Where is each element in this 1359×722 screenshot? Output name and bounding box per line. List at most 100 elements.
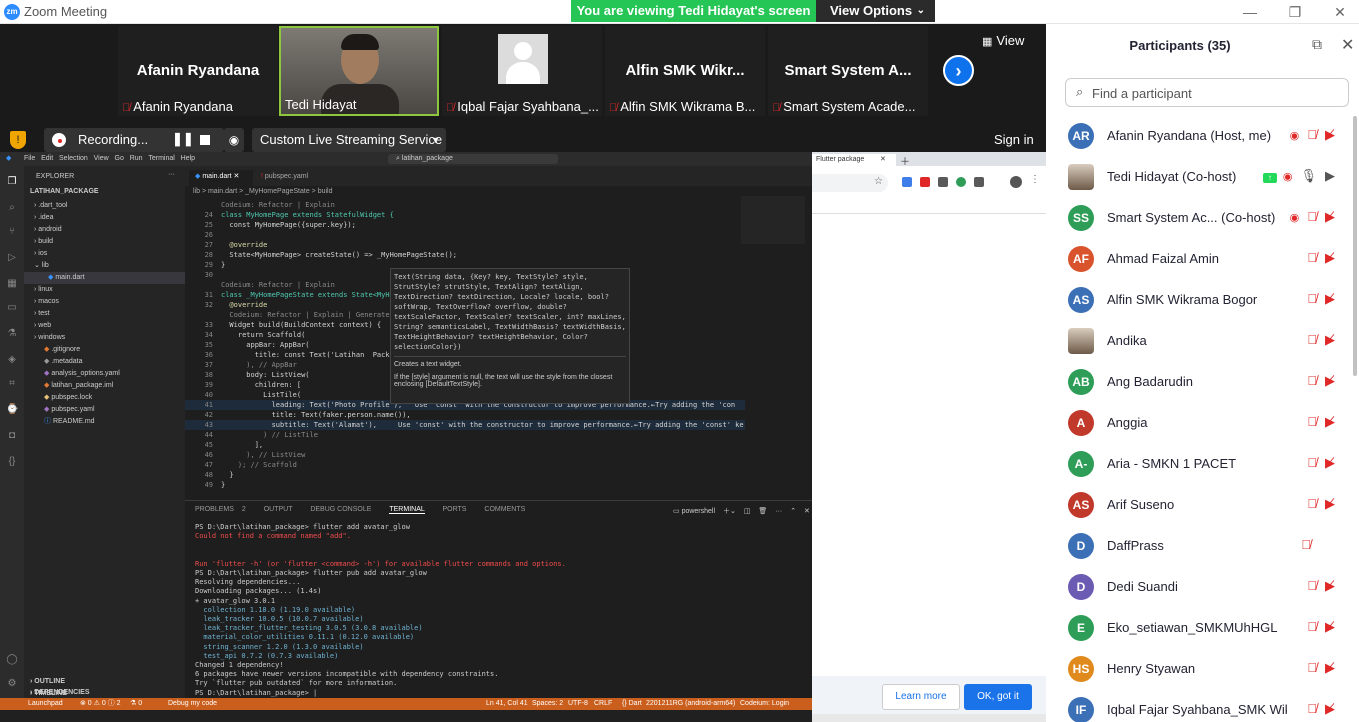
launchpad-status[interactable]: Launchpad bbox=[28, 698, 63, 710]
close-icon[interactable]: ✕ bbox=[1330, 2, 1350, 22]
codeium-status[interactable]: Codeium: Login bbox=[740, 698, 789, 710]
trash-icon[interactable]: 🗑 bbox=[758, 508, 767, 515]
participant-row[interactable]: AS Arif Suseno 🎙̸ ▶̸ bbox=[1046, 485, 1359, 526]
search-input[interactable] bbox=[1092, 83, 1342, 103]
tab-terminal[interactable]: TERMINAL bbox=[389, 506, 425, 514]
stop-icon[interactable] bbox=[200, 135, 210, 145]
participant-row[interactable]: D DaffPrass 🎙̸ bbox=[1046, 526, 1359, 567]
tree-item[interactable]: ⌄ lib bbox=[24, 260, 185, 272]
test-icon[interactable]: ⚗ bbox=[6, 328, 18, 340]
minimize-icon[interactable]: — bbox=[1240, 2, 1260, 22]
camera-off-icon[interactable]: ▶̸ bbox=[1325, 619, 1335, 634]
encoding-status[interactable]: UTF-8 bbox=[568, 698, 588, 710]
pause-icon[interactable]: ❚❚ bbox=[172, 131, 194, 147]
terminal-output[interactable]: PS D:\Dart\latihan_package> flutter add … bbox=[185, 523, 812, 699]
video-tile[interactable]: 🎙̸ Iqbal Fajar Syahbana_... bbox=[442, 26, 602, 116]
codeium-icon[interactable]: ◈ bbox=[6, 354, 18, 366]
tree-item[interactable]: › macos bbox=[24, 296, 185, 308]
eol-status[interactable]: CRLF bbox=[594, 698, 612, 710]
account-icon[interactable]: ◯ bbox=[6, 654, 18, 666]
more-icon[interactable]: ··· bbox=[775, 508, 782, 515]
extension-icon[interactable] bbox=[920, 177, 930, 187]
gear-icon[interactable]: ⚙ bbox=[6, 678, 18, 690]
participant-row[interactable]: AS Alfin SMK Wikrama Bogor 🎙̸ ▶̸ bbox=[1046, 280, 1359, 321]
source-control-icon[interactable]: ⑂ bbox=[6, 226, 18, 238]
extension-icon[interactable] bbox=[956, 177, 966, 187]
terminal-shell-selector[interactable]: ▭ powershell ＋⌄ ◫ 🗑 ··· ⌃ ✕ bbox=[673, 506, 810, 516]
camera-off-icon[interactable]: ▶̸ bbox=[1325, 578, 1335, 593]
extension-icon[interactable] bbox=[938, 177, 948, 187]
tree-item-selected[interactable]: ◆ main.dart bbox=[24, 272, 185, 284]
maximize-icon[interactable]: ⌃ bbox=[790, 508, 796, 515]
view-button[interactable]: ▦ View bbox=[982, 33, 1042, 53]
minimap[interactable] bbox=[741, 196, 805, 244]
close-panel-icon[interactable]: ✕ bbox=[1341, 35, 1354, 55]
participant-row[interactable]: Tedi Hidayat (Co-host) ↑ ◉ 🎙 ▶ bbox=[1046, 157, 1359, 198]
participant-row[interactable]: D Dedi Suandi 🎙̸ ▶̸ bbox=[1046, 567, 1359, 608]
tree-item[interactable]: › test bbox=[24, 308, 185, 320]
tree-item[interactable]: › windows bbox=[24, 332, 185, 344]
kebab-menu-icon[interactable]: ⋮ bbox=[1030, 174, 1040, 185]
tree-item[interactable]: › build bbox=[24, 236, 185, 248]
close-tab-icon[interactable]: ✕ bbox=[880, 155, 886, 163]
outline-section[interactable]: › OUTLINE bbox=[30, 678, 65, 685]
add-terminal-icon[interactable]: ＋⌄ bbox=[723, 508, 736, 515]
extensions-icon[interactable]: ▦ bbox=[6, 278, 18, 290]
view-options-button[interactable]: View Options ⌄ bbox=[816, 0, 935, 22]
participant-row[interactable]: AR Afanin Ryandana (Host, me) ◉ 🎙̸ ▶̸ bbox=[1046, 116, 1359, 157]
tab-main-dart[interactable]: ◆ main.dart ✕ bbox=[189, 170, 253, 186]
video-tile[interactable]: Afanin Ryandana 🎙̸ Afanin Ryandana bbox=[118, 26, 278, 116]
mic-muted-icon[interactable]: 🎙̸ bbox=[1307, 455, 1317, 470]
extension-icon[interactable] bbox=[902, 177, 912, 187]
indent-status[interactable]: Spaces: 2 bbox=[532, 698, 563, 710]
mic-muted-icon[interactable]: 🎙̸ bbox=[1307, 209, 1317, 224]
tree-item[interactable]: › android bbox=[24, 224, 185, 236]
live-stream-dropdown[interactable]: Custom Live Streaming Service ▼ bbox=[252, 128, 446, 152]
tab-problems[interactable]: PROBLEMS bbox=[195, 506, 234, 513]
ports-status[interactable]: ⚗ 0 bbox=[130, 698, 142, 710]
split-icon[interactable]: ◫ bbox=[744, 508, 751, 515]
video-tile[interactable]: Smart System A... 🎙̸ Smart System Acade..… bbox=[768, 26, 928, 116]
mic-muted-icon[interactable]: 🎙̸ bbox=[1307, 127, 1317, 142]
video-tile[interactable]: Alfin SMK Wikr... 🎙̸ Alfin SMK Wikrama B.… bbox=[605, 26, 765, 116]
camera-off-icon[interactable]: ▶̸ bbox=[1325, 209, 1335, 224]
camera-off-icon[interactable]: ▶̸ bbox=[1325, 455, 1335, 470]
tree-item[interactable]: ◆ .gitignore bbox=[24, 344, 185, 356]
mic-muted-icon[interactable]: 🎙̸ bbox=[1301, 537, 1311, 552]
camera-off-icon[interactable]: ▶̸ bbox=[1325, 373, 1335, 388]
camera-off-icon[interactable]: ▶̸ bbox=[1325, 291, 1335, 306]
run-debug-icon[interactable]: ▷ bbox=[6, 252, 18, 264]
participant-row[interactable]: SS Smart System Ac... (Co-host) ◉ 🎙̸ ▶̸ bbox=[1046, 198, 1359, 239]
tab-ports[interactable]: PORTS bbox=[442, 506, 466, 513]
command-search[interactable]: ⌕ latihan_package bbox=[388, 154, 558, 164]
tree-item[interactable]: ◆ .metadata bbox=[24, 356, 185, 368]
tab-debug-console[interactable]: DEBUG CONSOLE bbox=[310, 506, 371, 513]
broadcast-icon[interactable]: ◉ bbox=[224, 128, 244, 152]
docker-icon[interactable]: ◘ bbox=[6, 430, 18, 442]
files-icon[interactable]: ❐ bbox=[6, 176, 18, 188]
tree-item[interactable]: › .idea bbox=[24, 212, 185, 224]
mic-muted-icon[interactable]: 🎙̸ bbox=[1307, 619, 1317, 634]
camera-off-icon[interactable]: ▶̸ bbox=[1325, 250, 1335, 265]
ok-got-it-button[interactable]: OK, got it bbox=[964, 684, 1032, 710]
participant-row[interactable]: A Anggia 🎙̸ ▶̸ bbox=[1046, 403, 1359, 444]
more-icon[interactable]: ··· bbox=[168, 171, 175, 178]
project-name[interactable]: LATIHAN_PACKAGE bbox=[30, 188, 99, 195]
mic-muted-icon[interactable]: 🎙̸ bbox=[1307, 578, 1317, 593]
tree-item[interactable]: ◆ pubspec.yaml bbox=[24, 404, 185, 416]
participant-row[interactable]: A- Aria - SMKN 1 PACET 🎙̸ ▶̸ bbox=[1046, 444, 1359, 485]
close-icon[interactable]: ✕ bbox=[804, 508, 810, 515]
mic-muted-icon[interactable]: 🎙̸ bbox=[1307, 414, 1317, 429]
star-icon[interactable]: ☆ bbox=[874, 176, 883, 187]
cursor-position[interactable]: Ln 41, Col 41 bbox=[486, 698, 528, 710]
participant-row[interactable]: AB Ang Badarudin 🎙̸ ▶̸ bbox=[1046, 362, 1359, 403]
remote-icon[interactable]: ▭ bbox=[6, 302, 18, 314]
participant-row[interactable]: E Eko_setiawan_SMKMUhHGL 🎙̸ ▶̸ bbox=[1046, 608, 1359, 649]
tree-item[interactable]: › linux bbox=[24, 284, 185, 296]
camera-off-icon[interactable]: ▶̸ bbox=[1325, 701, 1335, 716]
camera-icon[interactable]: ▶ bbox=[1325, 168, 1335, 183]
timeline-icon[interactable]: ⌚ bbox=[6, 404, 18, 416]
debug-status[interactable]: Debug my code bbox=[168, 698, 217, 710]
extension-icon[interactable] bbox=[974, 177, 984, 187]
mic-icon[interactable]: 🎙 bbox=[1300, 168, 1317, 183]
